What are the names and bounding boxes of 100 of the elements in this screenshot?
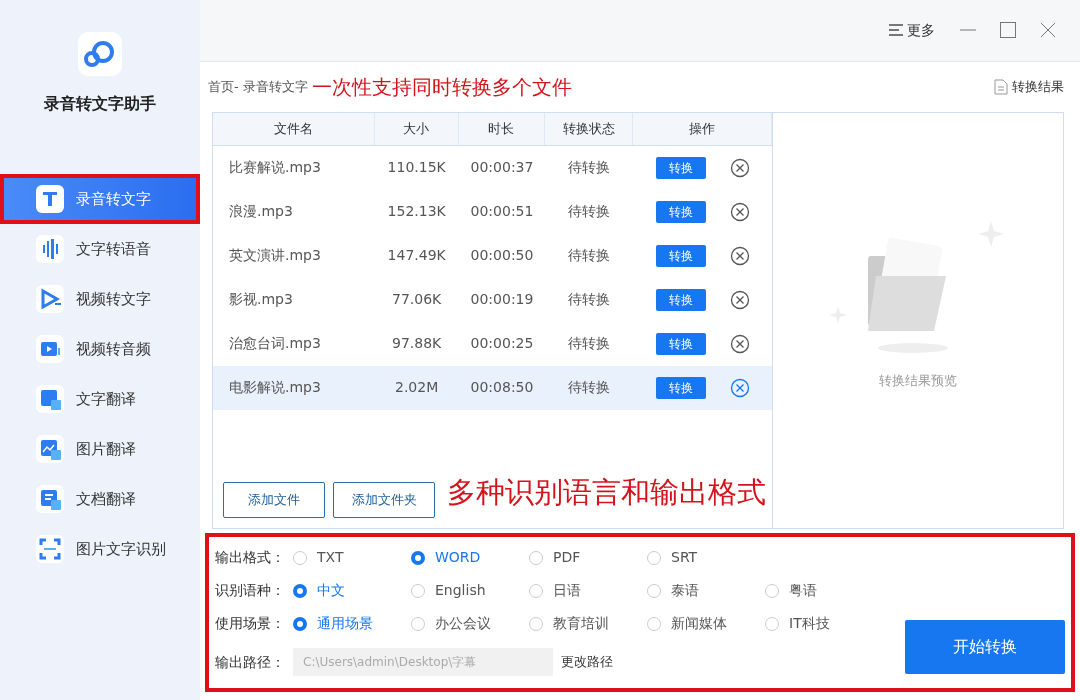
radio-button[interactable] [411,550,425,565]
radio-button[interactable] [647,550,661,565]
radio-button[interactable] [411,583,425,598]
option-label: 输出路径： [215,652,286,672]
sidebar-item[interactable]: 视频转音频 [0,324,200,374]
radio-option[interactable]: 新闻媒体 [647,613,765,634]
convert-button[interactable]: 转换 [655,200,706,223]
table-cell-text: 待转换 [567,290,612,310]
radio-option[interactable]: IT科技 [765,613,883,634]
table-row[interactable]: 比赛解说.mp3 110.15K 00:00:37 待转换 转换 [213,145,772,190]
radio-option[interactable]: SRT [647,547,765,568]
radio-option[interactable]: 中文 [293,580,411,601]
sidebar-label: 视频转文字 [76,288,151,310]
radio-button[interactable] [293,550,307,565]
convert-button[interactable]: 转换 [655,244,706,267]
radio-option[interactable]: 教育培训 [529,613,647,634]
close-icon [1040,22,1056,39]
table-row[interactable]: 影视.mp3 77.06K 00:00:19 待转换 转换 [213,277,772,322]
app-logo [78,32,122,76]
table-cell-text: 2.02M [394,378,440,398]
convert-button[interactable]: 转换 [655,332,706,355]
sidebar-label: 录音转文字 [76,188,151,210]
convert-button[interactable]: 转换 [655,376,706,399]
table-cell-text: 待转换 [567,202,612,222]
radio-button[interactable] [529,616,543,631]
table-cell-text: 待转换 [567,378,612,398]
app-name: 录音转文字助手 [43,93,157,115]
radio-button[interactable] [293,583,307,598]
option-label: 使用场景： [215,614,286,633]
table-cell-text: 00:00:25 [469,334,535,354]
radio-option[interactable]: 粤语 [765,580,883,601]
radio-option[interactable]: 办公会议 [411,613,529,634]
change-path-link[interactable]: 更改路径 [561,652,613,672]
sidebar-label: 视频转音频 [76,338,151,360]
column-header: 转换状态 [545,112,634,145]
add-button[interactable]: 添加文件 [223,482,325,518]
sidebar-item[interactable]: 文档翻译 [0,474,200,524]
remove-icon[interactable] [729,377,750,398]
radio-button[interactable] [647,583,661,598]
table-row[interactable]: 治愈台词.mp3 97.88K 00:00:25 待转换 转换 [213,321,772,366]
column-header: 文件名 [213,112,375,145]
sidebar-label: 文档翻译 [76,488,136,510]
table-cell-text: 英文演讲.mp3 [228,246,322,266]
table-cell-text: 110.15K [386,158,447,178]
table-cell-text: 待转换 [567,246,612,266]
radio-button[interactable] [529,550,543,565]
radio-button[interactable] [647,616,661,631]
sidebar-item[interactable]: 文字翻译 [0,374,200,424]
convert-button[interactable]: 转换 [655,288,706,311]
more-menu-button[interactable]: 更多 [888,18,936,42]
breadcrumb-text: 首页- 录音转文字 [208,78,308,97]
sidebar-item[interactable]: 录音转文字 [0,174,200,224]
remove-icon[interactable] [729,289,750,310]
radio-button[interactable] [411,616,425,631]
radio-option[interactable]: TXT [293,547,411,568]
sidebar-item[interactable]: 图片翻译 [0,424,200,474]
document-icon [994,78,1008,95]
start-button[interactable]: 开始转换 [905,620,1065,674]
table-row[interactable]: 电影解说.mp3 2.02M 00:08:50 待转换 转换 [213,365,772,410]
table-cell-text: 浪漫.mp3 [228,202,294,222]
table-cell-text: 77.06K [391,290,443,310]
table-cell-text: 00:00:37 [469,158,535,178]
radio-option[interactable]: 通用场景 [293,613,411,634]
radio-button[interactable] [293,616,307,631]
radio-option[interactable]: 日语 [529,580,647,601]
radio-button[interactable] [765,583,779,598]
radio-button[interactable] [529,583,543,598]
sidebar-item[interactable]: 图片文字识别 [0,524,200,574]
radio-option[interactable]: WORD [411,547,529,568]
table-cell-text: 00:00:51 [469,202,535,222]
remove-icon[interactable] [729,157,750,178]
radio-option[interactable]: English [411,580,529,601]
minimize-icon [960,29,976,32]
sidebar-label: 文字翻译 [76,388,136,410]
option-label: 输出格式： [215,548,286,567]
result-link[interactable]: 转换结果 [994,77,1064,97]
convert-button[interactable]: 转换 [655,156,706,179]
column-header: 时长 [458,112,546,145]
remove-icon[interactable] [729,333,750,354]
sidebar-item[interactable]: 视频转文字 [0,274,200,324]
table-cell-text: 00:08:50 [469,378,535,398]
table-cell-text: 97.88K [391,334,443,354]
table-row[interactable]: 浪漫.mp3 152.13K 00:00:51 待转换 转换 [213,189,772,234]
option-label: 识别语种： [215,581,286,600]
table-cell-text: 治愈台词.mp3 [228,334,322,354]
table-cell-text: 00:00:19 [469,290,535,310]
table-row[interactable]: 英文演讲.mp3 147.49K 00:00:50 待转换 转换 [213,233,772,278]
table-cell-text: 147.49K [386,246,447,266]
column-header: 大小 [374,112,459,145]
radio-option[interactable]: 泰语 [647,580,765,601]
annotation-text: 一次性支持同时转换多个文件 [311,73,572,101]
add-button[interactable]: 添加文件夹 [333,482,435,518]
sidebar-item[interactable]: 文字转语音 [0,224,200,274]
radio-option[interactable]: PDF [529,547,647,568]
annotation-text: 多种识别语言和输出格式 [447,474,766,512]
table-cell-text: 00:00:50 [469,246,535,266]
table-cell-text: 影视.mp3 [228,290,294,310]
radio-button[interactable] [765,616,779,631]
remove-icon[interactable] [729,245,750,266]
remove-icon[interactable] [729,201,750,222]
